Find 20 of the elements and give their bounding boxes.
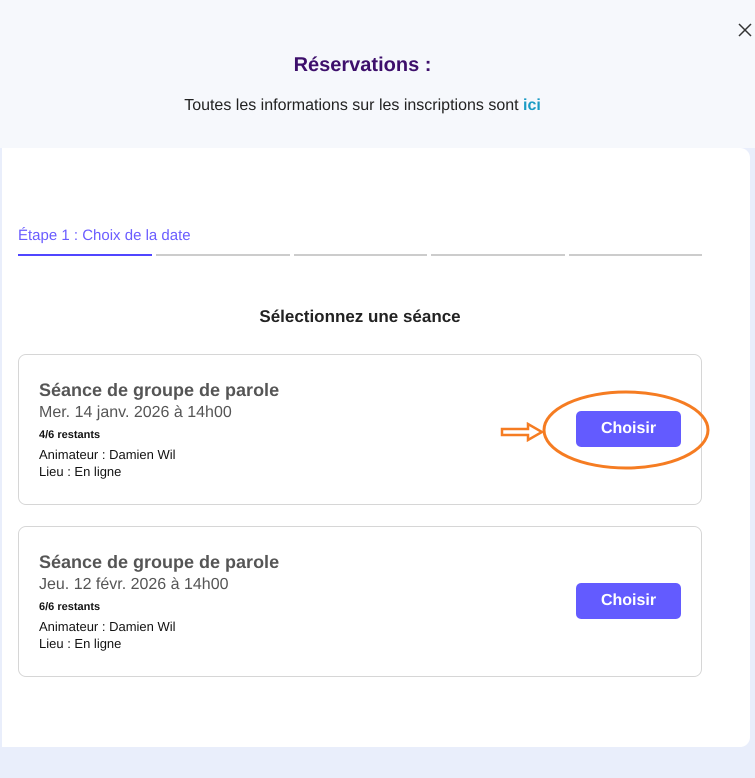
info-text: Toutes les informations sur les inscriptions sont ici [184,96,541,116]
session-host: Animateur : Damien Wil [39,618,177,635]
choose-button[interactable]: Choisir [576,411,681,447]
close-button[interactable] [737,22,753,38]
session-place: Lieu : En ligne [39,463,122,480]
remaining-seats: 4/6 restants [39,427,280,443]
remaining-seats: 6/6 restants [39,599,280,615]
session-date: Jeu. 12 févr. 2026 à 14h00 [39,575,230,595]
dialog-title: Réservations : [294,53,432,78]
close-icon [737,22,753,38]
session-date: Mer. 14 janv. 2026 à 14h00 [39,403,233,423]
session-title: Séance de groupe de parole [39,551,280,574]
arrow-icon [500,422,544,442]
info-link[interactable]: ici [523,97,541,114]
section-heading: Sélectionnez une séance [258,306,462,328]
session-place: Lieu : En ligne [39,635,122,652]
session-title: Séance de groupe de parole [39,379,280,402]
step-label[interactable]: Étape 1 : Choix de la date [18,226,191,246]
session-host: Animateur : Damien Wil [39,446,177,463]
choose-button[interactable]: Choisir [576,583,681,619]
